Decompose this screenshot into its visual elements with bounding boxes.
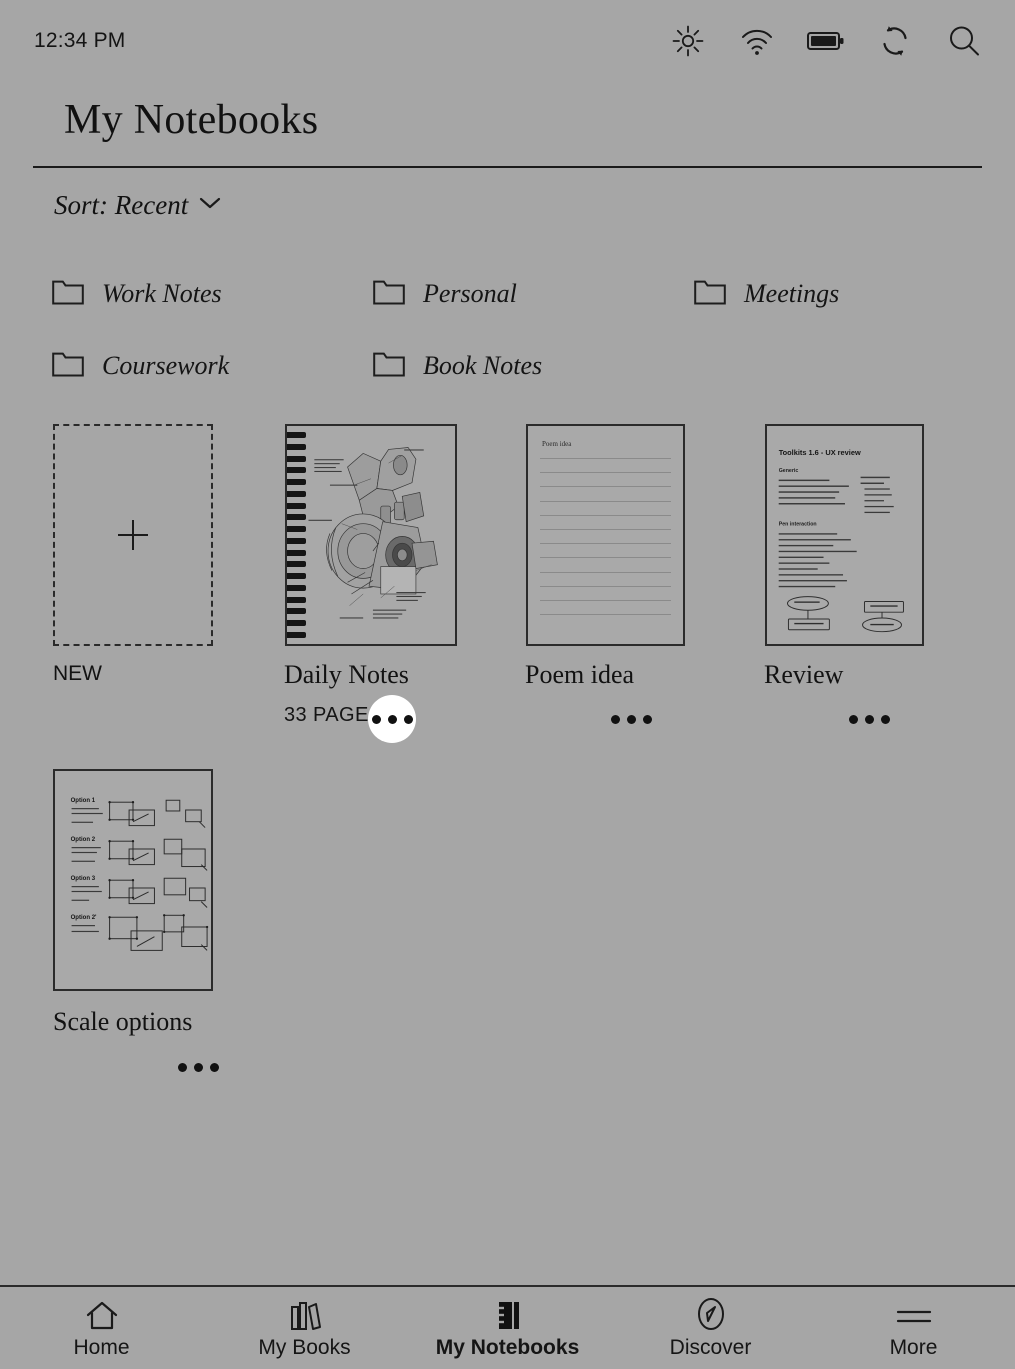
books-icon xyxy=(287,1297,323,1331)
svg-text:Option 3: Option 3 xyxy=(71,876,96,882)
folder-work-notes[interactable]: Work Notes xyxy=(0,258,321,330)
notebook-cell-review: Toolkits 1.6 - UX review Generic Pen int… xyxy=(714,412,952,757)
folder-label: Meetings xyxy=(744,279,840,308)
folder-label: Personal xyxy=(423,279,517,308)
sketch-artwork xyxy=(308,447,438,619)
sort-label: Sort: Recent xyxy=(54,190,189,220)
status-icon-group xyxy=(669,22,983,60)
folder-row: Coursework Book Notes xyxy=(0,330,1015,402)
document-preview: Toolkits 1.6 - UX review Generic Pen int… xyxy=(778,448,904,633)
page-title: My Notebooks xyxy=(64,97,319,143)
nav-item-my-books[interactable]: My Books xyxy=(203,1287,406,1369)
bottom-navigation: Home My Books My Notebooks Discover More xyxy=(0,1285,1015,1369)
folder-book-notes[interactable]: Book Notes xyxy=(321,330,642,402)
new-notebook-cell: NEW xyxy=(0,412,238,757)
nav-label: More xyxy=(889,1335,938,1359)
status-bar: 12:34 PM xyxy=(0,0,1015,82)
folder-coursework[interactable]: Coursework xyxy=(0,330,321,402)
notebook-title: Review xyxy=(764,660,844,689)
folder-icon xyxy=(373,351,405,382)
folder-label: Work Notes xyxy=(102,279,222,308)
header-divider xyxy=(33,166,982,168)
sync-icon[interactable] xyxy=(876,22,914,60)
compass-icon xyxy=(693,1297,729,1331)
folder-personal[interactable]: Personal xyxy=(321,258,642,330)
notebook-thumbnail[interactable]: Poem idea xyxy=(526,424,685,646)
sort-control[interactable]: Sort: Recent xyxy=(54,190,221,221)
nav-item-my-notebooks[interactable]: My Notebooks xyxy=(406,1287,609,1369)
notebook-cell-scale-options: Option 1 Option 2 Option 3 Option 2' Sca… xyxy=(0,757,238,1102)
notebook-cell-poem-idea: Poem idea Poem idea xyxy=(476,412,714,757)
svg-text:Option 1: Option 1 xyxy=(71,798,96,804)
nav-item-discover[interactable]: Discover xyxy=(609,1287,812,1369)
notebook-title: Daily Notes xyxy=(284,660,409,689)
svg-text:Option 2: Option 2 xyxy=(71,837,96,843)
notebook-menu-button[interactable] xyxy=(607,695,655,743)
wifi-icon[interactable] xyxy=(738,22,776,60)
status-time: 12:34 PM xyxy=(34,29,126,52)
notebook-title: Scale options xyxy=(53,1007,193,1036)
folder-icon xyxy=(52,351,84,382)
nav-item-home[interactable]: Home xyxy=(0,1287,203,1369)
nav-label: My Notebooks xyxy=(435,1335,580,1359)
folder-label: Coursework xyxy=(102,351,230,380)
folder-meetings[interactable]: Meetings xyxy=(642,258,963,330)
nav-label: Discover xyxy=(669,1335,752,1359)
notebook-title: Poem idea xyxy=(525,660,635,689)
svg-text:Generic: Generic xyxy=(779,468,799,474)
thumbnail-title: Poem idea xyxy=(542,440,572,448)
new-notebook-label: NEW xyxy=(53,662,102,685)
battery-icon[interactable] xyxy=(807,22,845,60)
folder-icon xyxy=(52,279,84,310)
notebook-cell-daily-notes: Daily Notes 33 PAGES xyxy=(238,412,476,757)
notebook-thumbnail[interactable]: Option 1 Option 2 Option 3 Option 2' xyxy=(53,769,213,991)
brightness-icon[interactable] xyxy=(669,22,707,60)
search-icon[interactable] xyxy=(945,22,983,60)
home-icon xyxy=(84,1297,120,1331)
notebook-grid: NEW Daily Notes 33 PAGES Poem idea Poem … xyxy=(0,412,1015,757)
notebook-menu-button[interactable] xyxy=(368,695,416,743)
new-notebook-button[interactable] xyxy=(53,424,213,646)
nav-item-more[interactable]: More xyxy=(812,1287,1015,1369)
svg-text:Option 2': Option 2' xyxy=(71,915,97,921)
plus-icon xyxy=(118,520,148,550)
folder-list: Work Notes Personal Meetings Coursework … xyxy=(0,258,1015,402)
menu-icon xyxy=(895,1297,933,1331)
folder-icon xyxy=(694,279,726,310)
folder-icon xyxy=(373,279,405,310)
notebook-menu-button[interactable] xyxy=(845,695,893,743)
options-diagram-preview: Option 1 Option 2 Option 3 Option 2' xyxy=(71,798,209,951)
folder-label: Book Notes xyxy=(423,351,543,380)
thumbnail-lines xyxy=(540,458,671,628)
svg-text:Pen interaction: Pen interaction xyxy=(779,521,817,527)
notebook-grid-row-2: Option 1 Option 2 Option 3 Option 2' Sca… xyxy=(0,757,1015,1102)
notebook-thumbnail[interactable]: Toolkits 1.6 - UX review Generic Pen int… xyxy=(765,424,924,646)
notebook-thumbnail[interactable] xyxy=(285,424,457,646)
chevron-down-icon xyxy=(199,196,221,215)
folder-slot-empty xyxy=(642,330,963,402)
folder-row: Work Notes Personal Meetings xyxy=(0,258,1015,330)
nav-label: My Books xyxy=(258,1335,351,1359)
notebook-menu-button[interactable] xyxy=(174,1043,222,1091)
nav-label: Home xyxy=(73,1335,130,1359)
new-notebook-thumb xyxy=(53,424,213,646)
svg-text:Toolkits 1.6 - UX review: Toolkits 1.6 - UX review xyxy=(779,448,861,457)
notebook-icon xyxy=(490,1297,526,1331)
